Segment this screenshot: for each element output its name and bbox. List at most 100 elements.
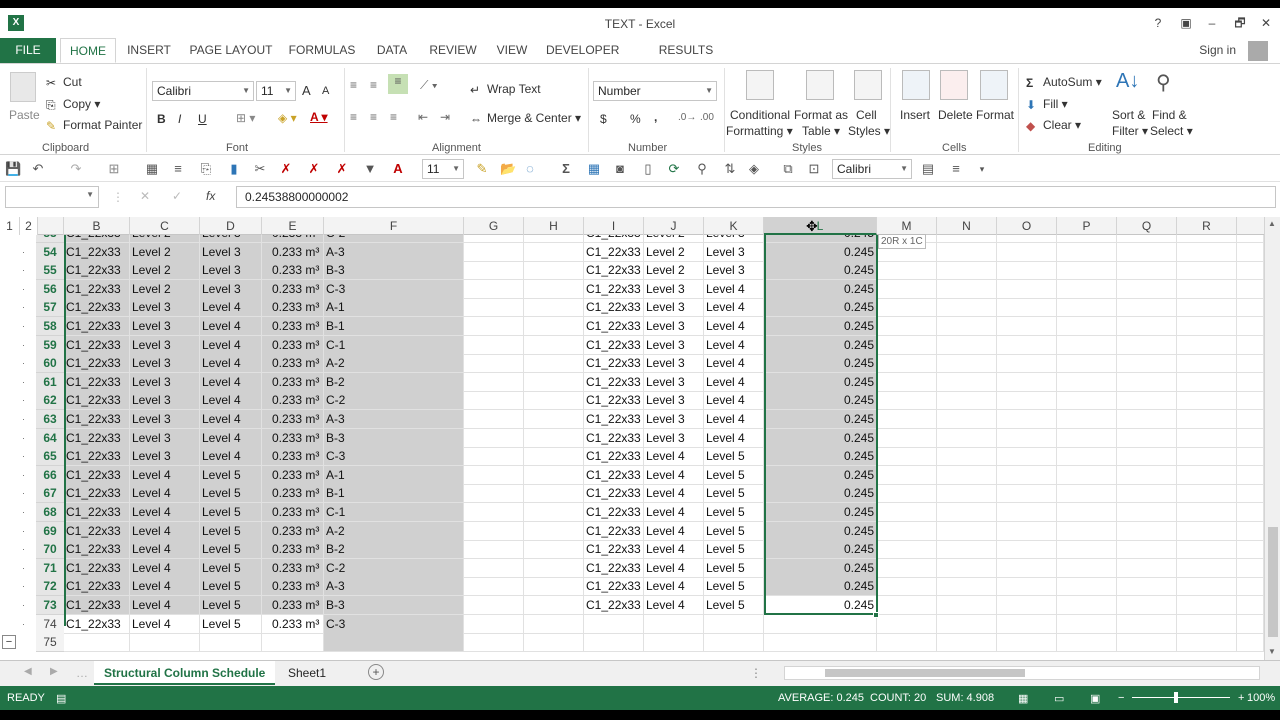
cell[interactable] xyxy=(524,521,584,541)
increase-indent-icon[interactable]: ⇥ xyxy=(440,110,450,124)
sign-in-link[interactable]: Sign in xyxy=(1199,38,1236,63)
delete-icon[interactable]: ✗ xyxy=(306,161,322,177)
cell[interactable] xyxy=(1057,279,1117,299)
cell[interactable] xyxy=(997,372,1057,392)
fill-button[interactable]: ⬇ Fill ▾ xyxy=(1026,97,1068,112)
currency-button[interactable]: $ xyxy=(600,112,607,126)
cell[interactable] xyxy=(1117,279,1177,299)
row-header[interactable]: 65 xyxy=(36,447,64,467)
cell[interactable] xyxy=(464,242,524,262)
cell[interactable] xyxy=(1237,484,1264,504)
cell[interactable] xyxy=(997,279,1057,299)
cell[interactable] xyxy=(1117,465,1177,485)
row-header[interactable]: 74 xyxy=(36,614,64,634)
column-header-e[interactable]: E xyxy=(262,217,324,235)
cell[interactable] xyxy=(1237,391,1264,411)
cell[interactable] xyxy=(1057,596,1117,615)
cell[interactable] xyxy=(464,503,524,522)
borders-icon[interactable]: ⊞ ▾ xyxy=(236,111,255,125)
insert-function-button[interactable]: fx xyxy=(206,189,215,203)
cell[interactable] xyxy=(877,391,937,411)
filter-icon[interactable]: ▼ xyxy=(362,161,378,177)
cell[interactable] xyxy=(937,558,997,578)
column-header-n[interactable]: N xyxy=(937,217,997,235)
cell[interactable] xyxy=(1237,354,1264,374)
save-icon[interactable]: 💾 xyxy=(5,161,21,177)
borders-icon[interactable]: ⊞ xyxy=(106,161,122,177)
cell[interactable] xyxy=(524,261,584,281)
column-header-c[interactable]: C xyxy=(130,217,200,235)
paint-bucket-icon[interactable]: ◈ xyxy=(746,161,762,177)
cell[interactable] xyxy=(877,298,937,318)
cell[interactable] xyxy=(937,298,997,318)
cell[interactable] xyxy=(464,521,524,541)
column-header-g[interactable]: G xyxy=(464,217,524,235)
row-header[interactable]: 72 xyxy=(36,577,64,597)
column-header-q[interactable]: Q xyxy=(1117,217,1177,235)
row-header[interactable]: 71 xyxy=(36,558,64,578)
tab-review[interactable]: REVIEW xyxy=(428,38,478,63)
enter-icon[interactable]: ✓ xyxy=(172,189,182,203)
row-header[interactable]: 67 xyxy=(36,484,64,504)
sort-filter-icon[interactable]: A↓ xyxy=(1116,70,1144,100)
cell[interactable] xyxy=(1057,242,1117,262)
cell[interactable] xyxy=(524,633,584,653)
avatar[interactable] xyxy=(1248,41,1268,61)
cell[interactable] xyxy=(937,633,997,653)
cell[interactable] xyxy=(1177,372,1237,392)
cell[interactable] xyxy=(937,614,997,634)
cell[interactable] xyxy=(937,484,997,504)
cut-button[interactable]: ✂ Cut xyxy=(46,75,82,90)
cell[interactable] xyxy=(1237,447,1264,467)
cell[interactable] xyxy=(464,335,524,355)
align-left-icon[interactable]: ≡ xyxy=(350,110,357,124)
tab-view[interactable]: VIEW xyxy=(492,38,532,63)
cell[interactable] xyxy=(1177,317,1237,336)
cell[interactable] xyxy=(524,354,584,374)
cell[interactable] xyxy=(937,465,997,485)
increase-decimal-icon[interactable]: .0→ xyxy=(678,112,696,123)
cell[interactable] xyxy=(1237,298,1264,318)
cell[interactable] xyxy=(524,242,584,262)
row-header[interactable]: 61 xyxy=(36,372,64,392)
cell[interactable] xyxy=(1117,596,1177,615)
cell[interactable] xyxy=(937,540,997,560)
cell[interactable] xyxy=(997,354,1057,374)
cell[interactable] xyxy=(1117,447,1177,467)
cell[interactable] xyxy=(997,428,1057,448)
cell[interactable] xyxy=(877,279,937,299)
macro-record-icon[interactable]: ▤ xyxy=(56,692,66,705)
cell[interactable] xyxy=(1117,428,1177,448)
cell[interactable] xyxy=(937,391,997,411)
sort-filter-label2[interactable]: Filter ▾ xyxy=(1112,124,1148,138)
cell[interactable] xyxy=(1117,317,1177,336)
column-header-f[interactable]: F xyxy=(324,217,464,235)
close-button[interactable]: ✕ xyxy=(1254,14,1278,32)
cell[interactable] xyxy=(877,372,937,392)
row-header[interactable]: 58 xyxy=(36,317,64,336)
cell[interactable] xyxy=(1177,335,1237,355)
row-header[interactable]: 69 xyxy=(36,521,64,541)
scissors-icon[interactable]: ✂ xyxy=(252,161,268,177)
customize-qat-icon[interactable]: ▾ xyxy=(974,161,990,177)
cell[interactable] xyxy=(877,540,937,560)
cell[interactable] xyxy=(1237,596,1264,615)
cell[interactable] xyxy=(1057,410,1117,429)
calculator-icon[interactable]: ▦ xyxy=(144,161,160,177)
minimize-button[interactable]: – xyxy=(1200,14,1224,32)
row-header[interactable]: 62 xyxy=(36,391,64,411)
cell[interactable] xyxy=(524,372,584,392)
maximize-button[interactable]: 🗗 xyxy=(1228,14,1252,32)
cell[interactable] xyxy=(997,484,1057,504)
cell[interactable] xyxy=(1057,372,1117,392)
cell[interactable] xyxy=(997,317,1057,336)
cell[interactable] xyxy=(997,540,1057,560)
tab-formulas[interactable]: FORMULAS xyxy=(288,38,356,63)
cell[interactable] xyxy=(997,298,1057,318)
cell[interactable] xyxy=(1177,261,1237,281)
cell[interactable] xyxy=(1117,242,1177,262)
cancel-icon[interactable]: ✕ xyxy=(140,189,150,203)
cell[interactable] xyxy=(464,484,524,504)
cell[interactable] xyxy=(877,317,937,336)
cell[interactable] xyxy=(524,279,584,299)
